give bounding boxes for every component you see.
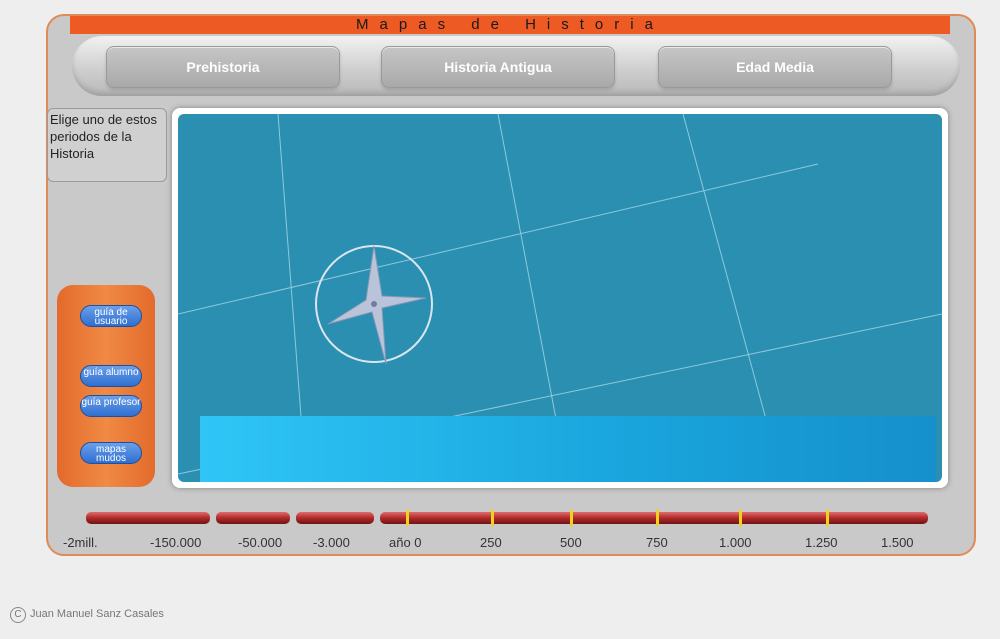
timeline-label: 1.000 <box>719 535 752 550</box>
timeline-segment[interactable] <box>86 512 210 524</box>
timeline-labels: -2mill. -150.000 -50.000 -3.000 año 0 25… <box>0 535 1000 551</box>
author-name: Juan Manuel Sanz Casales <box>30 608 164 620</box>
timeline-label: 1.500 <box>881 535 914 550</box>
timeline-bar[interactable] <box>86 509 928 527</box>
instruction-box: Elige uno de estos periodos de la Histor… <box>47 108 167 182</box>
caption-bar <box>200 416 936 482</box>
timeline-label: -150.000 <box>150 535 202 550</box>
blank-maps-button[interactable]: mapas mudos <box>80 442 142 464</box>
timeline-segment[interactable] <box>380 512 928 524</box>
copyright-icon: C <box>10 607 26 623</box>
map-panel <box>172 108 948 488</box>
copyright-footer: C Juan Manuel Sanz Casales <box>10 607 164 623</box>
timeline-label: -2mill. <box>63 535 98 550</box>
timeline-label: -3.000 <box>313 535 350 550</box>
timeline-label: 750 <box>646 535 668 550</box>
nav-button-prehistoria[interactable]: Prehistoria <box>106 46 340 88</box>
student-guide-button[interactable]: guía alumno <box>80 365 142 387</box>
user-guide-button[interactable]: guía de usuario <box>80 305 142 327</box>
timeline-label: año 0 <box>389 535 422 550</box>
timeline-label: 250 <box>480 535 502 550</box>
nav-button-historia-antigua[interactable]: Historia Antigua <box>381 46 615 88</box>
compass-rose-icon <box>315 245 433 365</box>
timeline-label: -50.000 <box>238 535 283 550</box>
nav-button-edad-media[interactable]: Edad Media <box>658 46 892 88</box>
page-title: Mapas de Historia <box>70 16 950 34</box>
timeline-label: 500 <box>560 535 582 550</box>
teacher-guide-button[interactable]: guía profesor <box>80 395 142 417</box>
timeline-segment[interactable] <box>296 512 374 524</box>
timeline-label: 1.250 <box>805 535 838 550</box>
timeline-segment[interactable] <box>216 512 290 524</box>
map-view <box>178 114 942 482</box>
